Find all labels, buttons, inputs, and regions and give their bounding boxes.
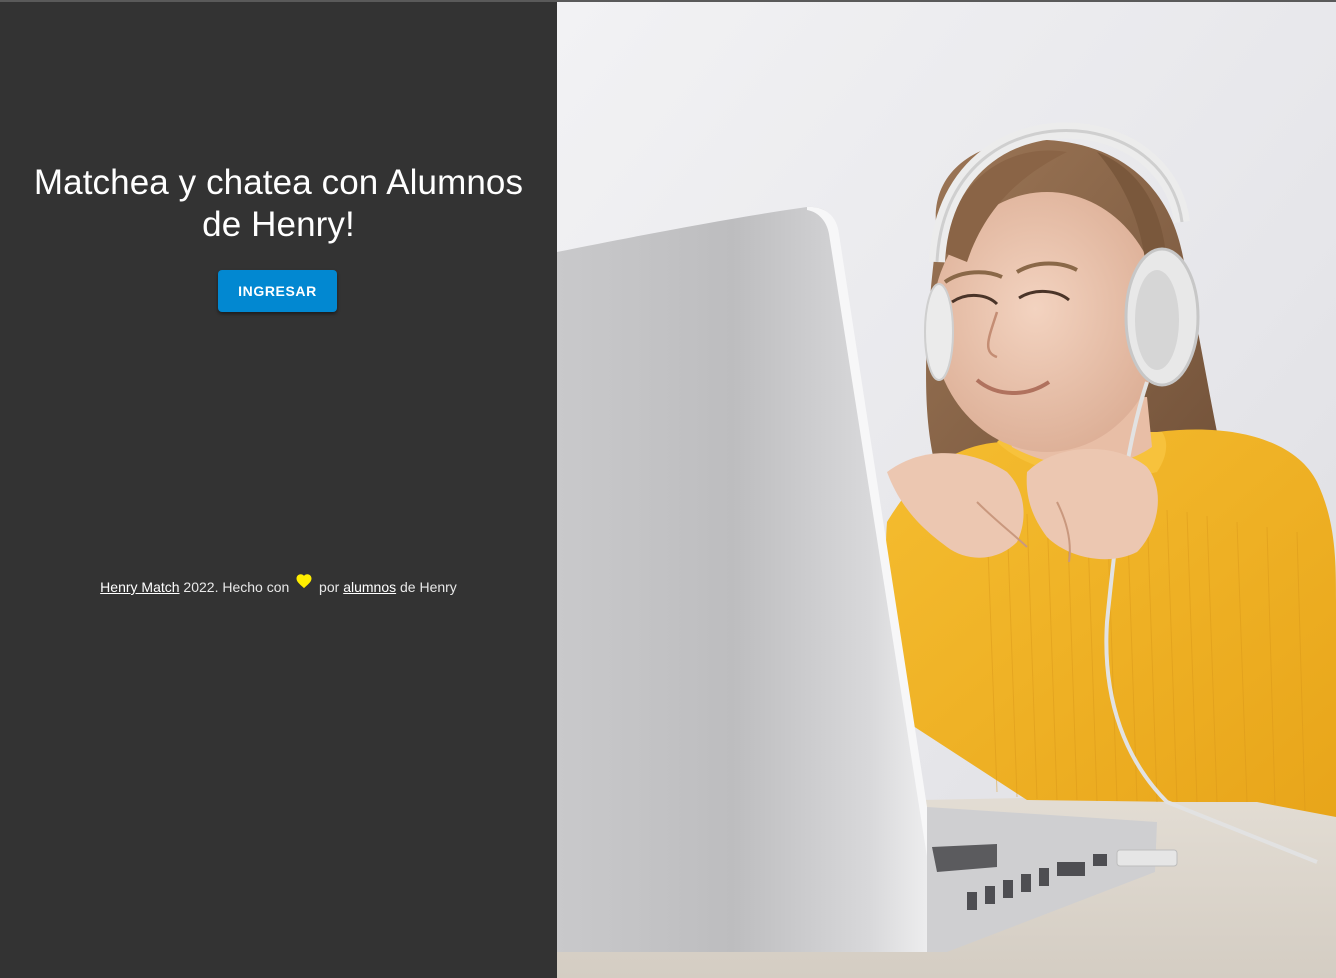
heart-icon — [296, 574, 312, 589]
footer-text-por: por — [315, 579, 344, 595]
henry-match-link[interactable]: Henry Match — [100, 579, 179, 595]
woman-laptop-photo — [557, 2, 1336, 978]
footer-text-end: de Henry — [396, 579, 457, 595]
login-button[interactable]: INGRESAR — [218, 270, 337, 312]
alumnos-link[interactable]: alumnos — [343, 579, 396, 595]
footer-text-year: 2022. Hecho con — [179, 579, 294, 595]
hero-title: Matchea y chatea con Alumnos de Henry! — [33, 163, 524, 244]
left-panel: Matchea y chatea con Alumnos de Henry! I… — [0, 2, 557, 978]
footer: Henry Match 2022. Hecho con por alumnos … — [0, 572, 557, 599]
hero-photo — [557, 2, 1336, 978]
landing-page: Matchea y chatea con Alumnos de Henry! I… — [0, 0, 1336, 978]
